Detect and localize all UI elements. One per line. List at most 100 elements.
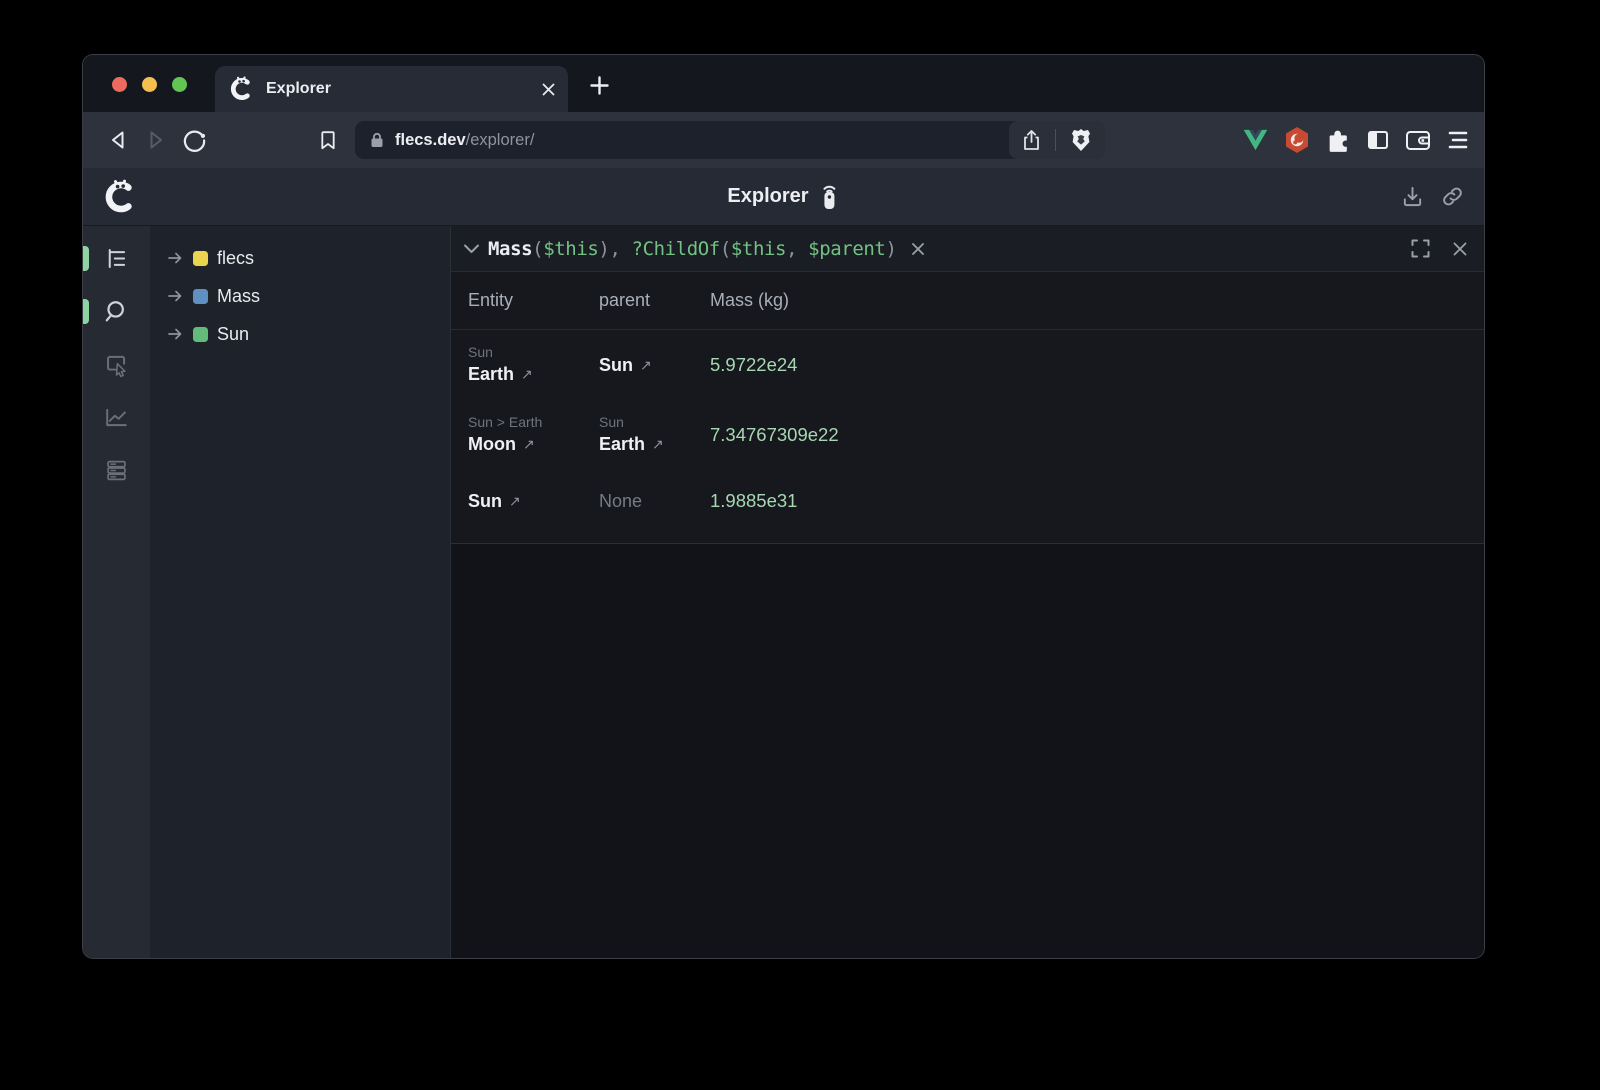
search-icon[interactable]	[97, 291, 137, 331]
query-token: Mass	[488, 238, 532, 260]
expand-arrow-icon[interactable]	[167, 326, 184, 342]
parent-cell: None	[599, 489, 710, 514]
url-path: /explorer/	[466, 131, 535, 149]
link-icon[interactable]	[1441, 185, 1464, 208]
browser-toolbar: flecs.dev/explorer/	[83, 112, 1484, 168]
query-token: ?ChildOf	[632, 238, 720, 260]
window-controls	[112, 77, 187, 92]
query-token: (	[720, 238, 731, 260]
stats-chart-icon[interactable]	[97, 397, 137, 437]
tree-item-sun[interactable]: Sun	[167, 315, 450, 353]
url-text: flecs.dev/explorer/	[395, 131, 534, 150]
flecs-logo	[103, 179, 139, 215]
tab-bar: Explorer	[83, 55, 1484, 112]
column-header-parent: parent	[599, 290, 710, 311]
query-token: ),	[598, 238, 631, 260]
brave-shield-icon[interactable]	[1069, 127, 1093, 153]
entity-name: Moon	[468, 432, 516, 457]
tree-item-label: Mass	[217, 286, 260, 307]
chevron-down-icon[interactable]	[463, 243, 480, 254]
mass-value: 1.9885e31	[710, 490, 1484, 512]
parent-cell: Sun Earth↗	[599, 413, 710, 457]
url-host: flecs.dev	[395, 131, 466, 149]
extensions-puzzle-icon[interactable]	[1325, 127, 1351, 153]
minimize-window-button[interactable]	[142, 77, 157, 92]
wallet-icon[interactable]	[1405, 128, 1431, 152]
query-input[interactable]: Mass($this), ?ChildOf($this, $parent)	[488, 238, 897, 260]
tab-close-icon[interactable]	[541, 82, 556, 97]
tree-item-label: Sun	[217, 324, 249, 345]
tab-title: Explorer	[266, 80, 530, 98]
mass-value: 7.34767309e22	[710, 424, 1484, 446]
menu-icon[interactable]	[1446, 130, 1468, 150]
browser-window: Explorer	[83, 55, 1484, 958]
download-icon[interactable]	[1401, 185, 1424, 208]
entity-cell: Sun Earth↗	[468, 343, 599, 387]
entity-tree-panel: flecs Mass Sun	[150, 226, 450, 958]
entity-link[interactable]: Sun↗	[468, 489, 599, 514]
new-tab-button[interactable]	[585, 71, 613, 99]
url-bar[interactable]: flecs.dev/explorer/	[355, 121, 1105, 159]
table-row: Sun > Earth Moon↗ Sun Earth↗ 7.34767309e…	[451, 400, 1484, 470]
fullscreen-icon[interactable]	[1411, 239, 1430, 258]
tree-item-flecs[interactable]: flecs	[167, 239, 450, 277]
inspect-cursor-icon[interactable]	[97, 344, 137, 384]
forward-icon[interactable]	[137, 121, 175, 159]
tree-view-icon[interactable]	[97, 238, 137, 278]
share-icon[interactable]	[1021, 129, 1042, 152]
close-window-button[interactable]	[112, 77, 127, 92]
query-bar: Mass($this), ?ChildOf($this, $parent)	[451, 226, 1484, 272]
expand-arrow-icon[interactable]	[167, 288, 184, 304]
zoom-window-button[interactable]	[172, 77, 187, 92]
reload-icon[interactable]	[175, 121, 213, 159]
parent-none: None	[599, 489, 710, 514]
entity-color-swatch	[193, 327, 208, 342]
header-actions	[1401, 185, 1464, 208]
results-table-header: Entity parent Mass (kg)	[451, 272, 1484, 330]
query-token: (	[532, 238, 543, 260]
sidebar-icon-strip	[83, 226, 150, 958]
parent-link[interactable]: Earth ↗	[599, 432, 710, 457]
parent-name: Earth	[599, 432, 645, 457]
parent-cell: Sun ↗	[599, 353, 710, 378]
active-indicator-tree	[83, 246, 89, 271]
back-icon[interactable]	[99, 121, 137, 159]
tree-item-mass[interactable]: Mass	[167, 277, 450, 315]
app-title-group: Explorer	[727, 183, 839, 210]
entity-path: Sun > Earth	[468, 413, 599, 432]
table-bottom-border	[451, 532, 1484, 544]
external-link-icon: ↗	[640, 353, 652, 378]
bookmark-icon[interactable]	[309, 121, 347, 159]
close-panel-icon[interactable]	[1452, 241, 1468, 257]
external-link-icon: ↗	[652, 432, 664, 457]
app-title: Explorer	[727, 185, 808, 208]
query-token: ,	[786, 238, 808, 260]
external-link-icon: ↗	[509, 489, 521, 514]
entity-link[interactable]: Moon↗	[468, 432, 599, 457]
table-row: Sun↗ None 1.9885e31	[451, 470, 1484, 532]
table-row: Sun Earth↗ Sun↗ 5.9722e24	[451, 330, 1484, 400]
lock-icon	[369, 132, 385, 148]
mass-value: 5.9722e24	[710, 354, 1484, 376]
query-token: $this	[731, 238, 786, 260]
entity-path: Sun	[468, 343, 599, 362]
entity-link[interactable]: Earth↗	[468, 362, 599, 387]
entity-list-icon[interactable]	[97, 450, 137, 490]
hexagon-extension-icon[interactable]	[1284, 126, 1310, 154]
expand-arrow-icon[interactable]	[167, 250, 184, 266]
content-background	[451, 544, 1484, 958]
query-token: $this	[543, 238, 598, 260]
clear-query-icon[interactable]	[911, 242, 925, 256]
vue-devtools-icon[interactable]	[1242, 128, 1269, 152]
remote-connection-icon[interactable]	[819, 183, 840, 210]
tab-explorer[interactable]: Explorer	[215, 66, 568, 112]
extensions-row	[1242, 126, 1468, 154]
parent-link[interactable]: Sun ↗	[599, 353, 710, 378]
sidebar-toggle-icon[interactable]	[1366, 128, 1390, 152]
tree-item-label: flecs	[217, 248, 254, 269]
app-header: Explorer	[83, 168, 1484, 226]
external-link-icon: ↗	[521, 362, 533, 387]
query-token: $parent	[808, 238, 885, 260]
parent-name: Sun	[599, 353, 633, 378]
url-actions	[1009, 121, 1105, 159]
